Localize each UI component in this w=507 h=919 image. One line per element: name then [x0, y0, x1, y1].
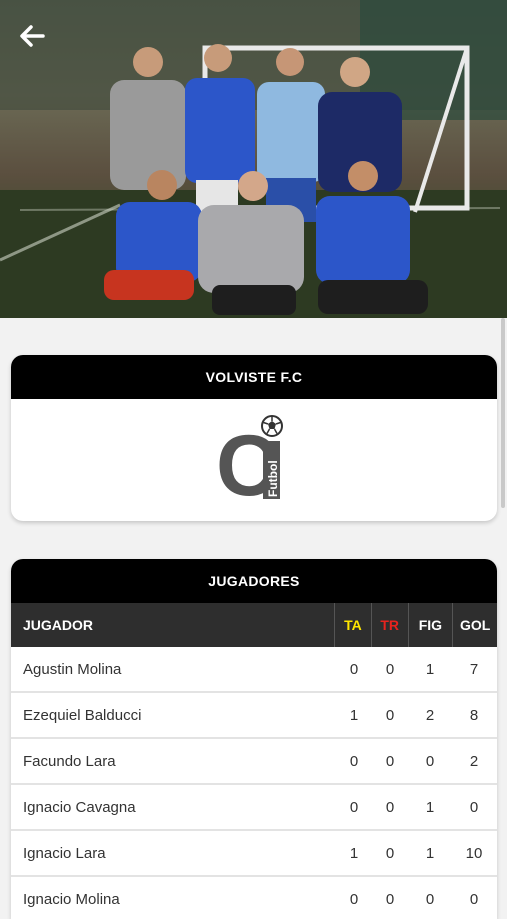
player-ta: 0 — [349, 752, 359, 770]
table-row[interactable]: Agustin Molina 0 0 1 7 — [11, 647, 497, 693]
player-tr: 0 — [385, 798, 395, 816]
player-name: Ignacio Lara — [23, 844, 106, 862]
table-row[interactable]: Ignacio Lara 1 0 1 10 — [11, 831, 497, 877]
player-gol: 0 — [469, 798, 479, 816]
header-goals: GOL — [452, 603, 497, 647]
arrow-left-icon — [20, 25, 45, 47]
player-ta: 1 — [349, 706, 359, 724]
player-tr: 0 — [385, 844, 395, 862]
logo-text: Futbol — [266, 460, 280, 497]
club-logo: C Futbol — [11, 399, 497, 521]
player-tr: 0 — [385, 660, 395, 678]
player-gol: 7 — [469, 660, 479, 678]
player-tr: 0 — [385, 890, 395, 908]
player-ta: 0 — [349, 798, 359, 816]
player-ta: 1 — [349, 844, 359, 862]
header-yellow-cards: TA — [334, 603, 371, 647]
team-photo — [0, 0, 507, 318]
player-name: Agustin Molina — [23, 660, 122, 678]
header-red-cards: TR — [370, 603, 408, 647]
table-row[interactable]: Ezequiel Balducci 1 0 2 8 — [11, 693, 497, 739]
player-name: Ignacio Cavagna — [23, 798, 136, 816]
table-row[interactable]: Facundo Lara 0 0 0 2 — [11, 739, 497, 785]
header-player: JUGADOR — [23, 617, 94, 633]
player-ta: 0 — [349, 660, 359, 678]
table-header: JUGADOR TA TR FIG GOL — [11, 603, 497, 647]
scrollbar[interactable] — [501, 318, 505, 508]
player-fig: 2 — [425, 706, 435, 724]
table-row[interactable]: Ignacio Molina 0 0 0 0 — [11, 877, 497, 919]
team-name: VOLVISTE F.C — [11, 355, 497, 399]
table-row[interactable]: Ignacio Cavagna 0 0 1 0 — [11, 785, 497, 831]
player-fig: 1 — [425, 844, 435, 862]
player-ta: 0 — [349, 890, 359, 908]
player-tr: 0 — [385, 752, 395, 770]
players-title: JUGADORES — [11, 559, 497, 603]
player-fig: 1 — [425, 798, 435, 816]
player-gol: 2 — [469, 752, 479, 770]
player-gol: 10 — [465, 844, 483, 862]
player-tr: 0 — [385, 706, 395, 724]
player-fig: 0 — [425, 890, 435, 908]
soccer-ball-icon — [261, 415, 283, 437]
player-name: Ignacio Molina — [23, 890, 120, 908]
team-photo-illustration — [0, 0, 507, 318]
ci-futbol-logo: C Futbol — [216, 415, 283, 505]
player-name: Ezequiel Balducci — [23, 706, 142, 724]
player-gol: 0 — [469, 890, 479, 908]
back-button[interactable] — [16, 20, 48, 52]
player-name: Facundo Lara — [23, 752, 116, 770]
team-card: VOLVISTE F.C C Futbol — [11, 355, 497, 521]
player-gol: 8 — [469, 706, 479, 724]
player-fig: 1 — [425, 660, 435, 678]
header-fig: FIG — [407, 603, 453, 647]
players-card: JUGADORES JUGADOR TA TR FIG GOL Agustin … — [11, 559, 497, 919]
player-fig: 0 — [425, 752, 435, 770]
